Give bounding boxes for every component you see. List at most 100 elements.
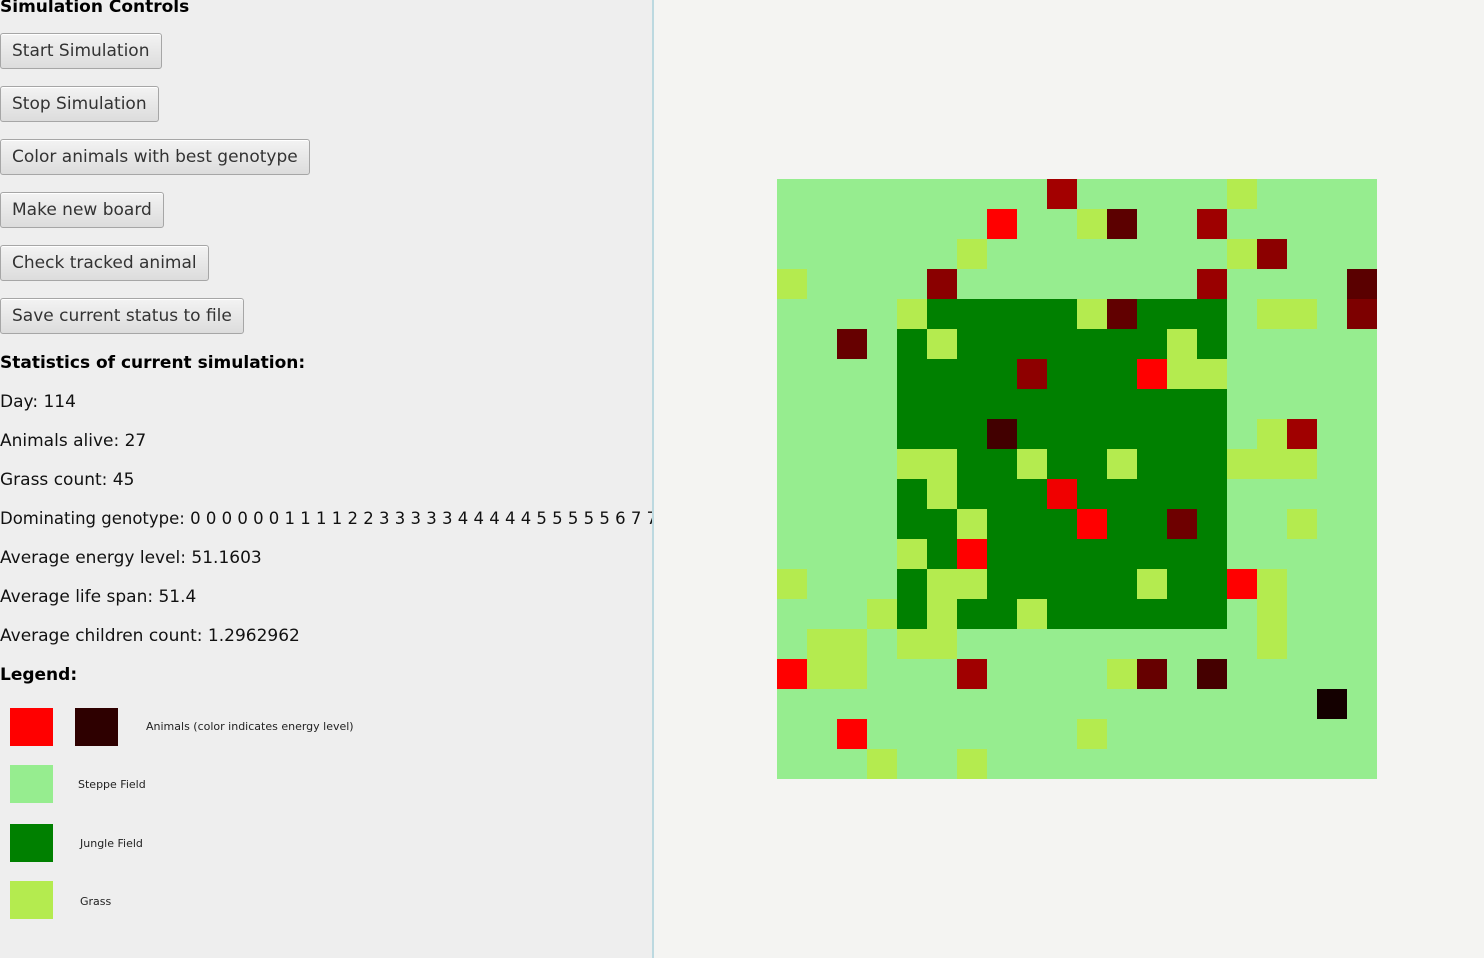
- grass-cell: [837, 629, 867, 659]
- grass-cell: [1077, 719, 1107, 749]
- grass-cell: [927, 569, 957, 599]
- grass-cell: [927, 629, 957, 659]
- grass-cell: [1257, 449, 1287, 479]
- animal-cell: [837, 329, 867, 359]
- animal-cell: [1167, 509, 1197, 539]
- grass-cell: [1227, 179, 1257, 209]
- stat-grass-count: Grass count: 45: [0, 470, 135, 490]
- legend-jungle-label: Jungle Field: [80, 837, 143, 850]
- legend-grass-label: Grass: [80, 895, 112, 908]
- grass-cell: [807, 629, 837, 659]
- grass-cell: [777, 569, 807, 599]
- grass-cell: [897, 449, 927, 479]
- grass-cell: [777, 269, 807, 299]
- animal-cell: [837, 719, 867, 749]
- grass-cell: [1107, 659, 1137, 689]
- stat-dominating-genotype: Dominating genotype: 0 0 0 0 0 0 1 1 1 1…: [0, 509, 654, 528]
- animal-cell: [1347, 269, 1377, 299]
- save-status-button[interactable]: Save current status to file: [0, 298, 244, 334]
- grass-cell: [1287, 299, 1317, 329]
- legend-steppe-swatch: [10, 765, 53, 803]
- animal-cell: [1287, 419, 1317, 449]
- animal-cell: [987, 419, 1017, 449]
- grass-cell: [1167, 329, 1197, 359]
- grass-cell: [1077, 299, 1107, 329]
- grass-cell: [1137, 569, 1167, 599]
- check-tracked-animal-button[interactable]: Check tracked animal: [0, 245, 209, 281]
- legend-animals-label: Animals (color indicates energy level): [146, 720, 354, 733]
- legend-animal-high-swatch: [10, 708, 53, 746]
- grass-cell: [1257, 419, 1287, 449]
- grass-cell: [1017, 599, 1047, 629]
- grass-cell: [1167, 359, 1197, 389]
- make-new-board-button[interactable]: Make new board: [0, 192, 164, 228]
- grass-cell: [927, 329, 957, 359]
- grass-cell: [957, 569, 987, 599]
- grass-cell: [927, 479, 957, 509]
- grass-cell: [867, 749, 897, 779]
- grass-cell: [1287, 449, 1317, 479]
- legend-grass-swatch: [10, 881, 53, 919]
- grass-cell: [957, 749, 987, 779]
- start-simulation-button[interactable]: Start Simulation: [0, 33, 162, 69]
- animal-cell: [1047, 179, 1077, 209]
- stop-simulation-button[interactable]: Stop Simulation: [0, 86, 159, 122]
- legend-jungle-swatch: [10, 824, 53, 862]
- animal-cell: [1107, 299, 1137, 329]
- grass-cell: [837, 659, 867, 689]
- grass-cell: [957, 509, 987, 539]
- animal-cell: [1347, 299, 1377, 329]
- grass-cell: [1257, 299, 1287, 329]
- board-canvas[interactable]: [777, 179, 1377, 779]
- animal-cell: [1137, 359, 1167, 389]
- grass-cell: [1287, 509, 1317, 539]
- grass-cell: [1227, 239, 1257, 269]
- animal-cell: [987, 209, 1017, 239]
- animal-cell: [1317, 689, 1347, 719]
- animal-cell: [1107, 209, 1137, 239]
- grass-cell: [927, 449, 957, 479]
- animal-cell: [1197, 269, 1227, 299]
- statistics-title: Statistics of current simulation:: [0, 353, 306, 373]
- stat-animals-alive: Animals alive: 27: [0, 431, 147, 451]
- grass-cell: [927, 599, 957, 629]
- stat-day: Day: 114: [0, 392, 76, 412]
- grass-cell: [897, 539, 927, 569]
- animal-cell: [927, 269, 957, 299]
- legend-animal-low-swatch: [75, 708, 118, 746]
- animal-cell: [1257, 239, 1287, 269]
- grass-cell: [897, 629, 927, 659]
- animal-cell: [1077, 509, 1107, 539]
- animal-cell: [1197, 659, 1227, 689]
- animal-cell: [1017, 359, 1047, 389]
- stat-average-energy: Average energy level: 51.1603: [0, 548, 262, 568]
- animal-cell: [1227, 569, 1257, 599]
- grass-cell: [897, 299, 927, 329]
- grass-cell: [1257, 599, 1287, 629]
- animal-cell: [777, 659, 807, 689]
- legend-steppe-label: Steppe Field: [78, 778, 146, 791]
- animal-cell: [1137, 659, 1167, 689]
- grass-cell: [807, 659, 837, 689]
- animal-cell: [1047, 479, 1077, 509]
- stat-average-life-span: Average life span: 51.4: [0, 587, 197, 607]
- controls-title: Simulation Controls: [0, 0, 190, 17]
- grass-cell: [1227, 449, 1257, 479]
- grass-cell: [957, 239, 987, 269]
- animal-cell: [957, 659, 987, 689]
- grass-cell: [1257, 629, 1287, 659]
- controls-panel: Simulation Controls Start Simulation Sto…: [0, 0, 654, 958]
- grass-cell: [1107, 449, 1137, 479]
- color-best-genotype-button[interactable]: Color animals with best genotype: [0, 139, 310, 175]
- grass-cell: [1257, 569, 1287, 599]
- board-panel: [654, 0, 1484, 958]
- animal-cell: [957, 539, 987, 569]
- stat-average-children: Average children count: 1.2962962: [0, 626, 300, 646]
- grass-cell: [1077, 209, 1107, 239]
- legend-title: Legend:: [0, 665, 78, 685]
- animal-cell: [1197, 209, 1227, 239]
- simulation-board[interactable]: [777, 179, 1377, 779]
- grass-cell: [867, 599, 897, 629]
- grass-cell: [1017, 449, 1047, 479]
- grass-cell: [1197, 359, 1227, 389]
